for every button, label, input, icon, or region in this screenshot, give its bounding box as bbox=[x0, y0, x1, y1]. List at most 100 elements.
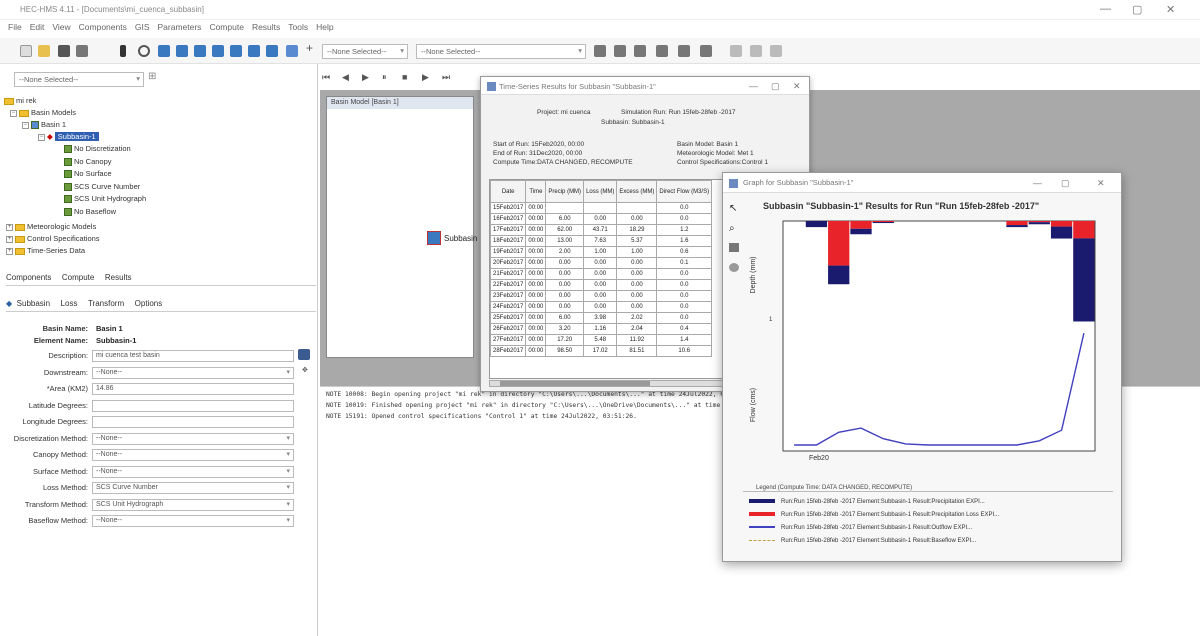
table-row[interactable]: 25Feb2017 00:00 6.00 3.98 2.02 0.0 bbox=[490, 312, 713, 324]
global-summary-icon[interactable] bbox=[678, 45, 690, 57]
table-row[interactable]: 21Feb2017 00:00 0.00 0.00 0.00 0.0 bbox=[490, 268, 713, 280]
collapse-icon[interactable]: − bbox=[38, 133, 45, 141]
zoom-icon[interactable] bbox=[138, 45, 150, 57]
menu-tools[interactable]: Tools bbox=[288, 22, 308, 32]
menu-file[interactable]: File bbox=[8, 22, 22, 32]
zoom-icon[interactable]: ⌕ bbox=[729, 223, 735, 234]
open-icon[interactable] bbox=[38, 45, 50, 57]
tile-icon[interactable] bbox=[700, 45, 712, 57]
field-input[interactable] bbox=[92, 416, 294, 428]
filter-icon[interactable]: ⊞ bbox=[148, 71, 156, 82]
rewind-icon[interactable]: ⏮ bbox=[322, 72, 330, 83]
stop-icon[interactable]: ■ bbox=[402, 72, 407, 82]
step-forward-icon[interactable]: ▶ bbox=[422, 72, 429, 83]
tab-compute[interactable]: Compute bbox=[62, 273, 94, 282]
column-header[interactable]: Time bbox=[525, 180, 547, 203]
graph-window[interactable]: Graph for Subbasin "Subbasin-1" — ▢ ✕ ↖ … bbox=[722, 172, 1122, 562]
table-row[interactable]: 18Feb2017 00:00 13.00 7.63 5.37 1.6 bbox=[490, 235, 713, 247]
table-row[interactable]: 23Feb2017 00:00 0.00 0.00 0.00 0.0 bbox=[490, 290, 713, 302]
tab-options[interactable]: Options bbox=[135, 299, 163, 308]
tab-components[interactable]: Components bbox=[6, 273, 51, 282]
field-input[interactable]: 14.86 bbox=[92, 383, 294, 395]
table-row[interactable]: 27Feb2017 00:00 17.20 5.48 11.92 1.4 bbox=[490, 334, 713, 346]
subbasin-element-icon[interactable] bbox=[427, 231, 441, 245]
column-header[interactable]: Loss (MM) bbox=[583, 180, 618, 203]
save-icon[interactable] bbox=[58, 45, 70, 57]
menu-results[interactable]: Results bbox=[252, 22, 280, 32]
graph-icon[interactable] bbox=[594, 45, 606, 57]
downstream-pick-icon[interactable]: ✥ bbox=[302, 366, 308, 374]
menu-edit[interactable]: Edit bbox=[30, 22, 45, 32]
field-input[interactable]: mi cuenca test basin bbox=[92, 350, 294, 362]
reach-tool-icon[interactable] bbox=[176, 45, 188, 57]
table-row[interactable]: 26Feb2017 00:00 3.20 1.16 2.04 0.4 bbox=[490, 323, 713, 335]
run-select-2[interactable]: --None Selected-- ▾ bbox=[416, 44, 586, 59]
minimize-button[interactable]: — bbox=[1100, 3, 1111, 15]
results-icon[interactable] bbox=[656, 45, 668, 57]
expand-icon[interactable]: + bbox=[6, 247, 13, 255]
tree-time-series[interactable]: + Time-Series Data bbox=[6, 246, 85, 255]
menu-components[interactable]: Components bbox=[79, 22, 127, 32]
tree-method-item[interactable]: No Discretization bbox=[64, 144, 131, 154]
window-cascade-icon[interactable] bbox=[730, 45, 742, 57]
basin-model-window[interactable]: Basin Model [Basin 1] Subbasin bbox=[326, 96, 477, 358]
menu-parameters[interactable]: Parameters bbox=[158, 22, 202, 32]
step-back-icon[interactable]: ◀ bbox=[342, 72, 349, 83]
component-select[interactable]: --None Selected-- ▾ bbox=[14, 72, 144, 87]
ts-scroll-thumb[interactable] bbox=[500, 381, 650, 386]
new-icon[interactable] bbox=[20, 45, 32, 57]
ts-horizontal-scrollbar[interactable] bbox=[489, 380, 733, 387]
tab-results[interactable]: Results bbox=[105, 273, 132, 282]
table-row[interactable]: 17Feb2017 00:00 62.00 43.71 18.29 1.2 bbox=[490, 224, 713, 236]
field-select[interactable]: --None-- ▾ bbox=[92, 449, 294, 461]
tree-root[interactable]: mi rek bbox=[4, 96, 36, 105]
description-edit-icon[interactable] bbox=[298, 349, 310, 360]
menu-view[interactable]: View bbox=[52, 22, 70, 32]
tree-method-item[interactable]: No Canopy bbox=[64, 157, 112, 166]
pointer-icon[interactable]: ↖ bbox=[729, 203, 737, 214]
ts-maximize-button[interactable]: ▢ bbox=[771, 81, 780, 92]
graph-minimize-button[interactable]: — bbox=[1033, 178, 1042, 188]
source-tool-icon[interactable] bbox=[248, 45, 260, 57]
tree-method-item[interactable]: No Surface bbox=[64, 169, 112, 179]
plus-icon[interactable]: + bbox=[306, 41, 318, 55]
table-row[interactable]: 16Feb2017 00:00 6.00 0.00 0.00 0.0 bbox=[490, 213, 713, 225]
field-select[interactable]: --None-- ▾ bbox=[92, 432, 294, 445]
ts-table-container[interactable]: Date Time Precip (MM) Loss (MM) Excess (MM) D… bbox=[489, 179, 733, 379]
subbasin-tool-icon[interactable] bbox=[158, 45, 170, 57]
compute-icon[interactable] bbox=[286, 45, 298, 57]
menu-help[interactable]: Help bbox=[316, 22, 333, 32]
field-select[interactable]: --None-- ▾ bbox=[92, 465, 294, 478]
reservoir-tool-icon[interactable] bbox=[194, 45, 206, 57]
tab-loss[interactable]: Loss bbox=[61, 299, 78, 308]
fast-forward-icon[interactable]: ⏭ bbox=[442, 72, 450, 83]
graph-maximize-button[interactable]: ▢ bbox=[1061, 178, 1070, 189]
table-row[interactable]: 15Feb2017 00:00 0.0 bbox=[490, 202, 713, 214]
table-row[interactable]: 20Feb2017 00:00 0.00 0.00 0.00 0.1 bbox=[490, 257, 713, 269]
sink-tool-icon[interactable] bbox=[266, 45, 278, 57]
graph-close-button[interactable]: ✕ bbox=[1097, 178, 1105, 189]
play-icon[interactable]: ▶ bbox=[362, 72, 369, 83]
column-header[interactable]: Date bbox=[490, 180, 527, 203]
column-header[interactable]: Excess (MM) bbox=[616, 180, 658, 203]
tree-method-item[interactable]: SCS Curve Number bbox=[64, 182, 140, 191]
pause-icon[interactable]: ⏸ bbox=[382, 72, 387, 83]
field-select[interactable]: SCS Unit Hydrograph ▾ bbox=[92, 498, 294, 511]
diversion-tool-icon[interactable] bbox=[230, 45, 242, 57]
tree-method-item[interactable]: SCS Unit Hydrograph bbox=[64, 194, 146, 204]
tree-basin[interactable]: − Basin 1 bbox=[22, 120, 66, 130]
field-input[interactable] bbox=[92, 399, 294, 412]
collapse-icon[interactable]: − bbox=[10, 109, 17, 117]
table-row[interactable]: 28Feb2017 00:00 98.50 17.02 81.51 10.6 bbox=[490, 345, 713, 357]
ts-close-button[interactable]: ✕ bbox=[793, 81, 801, 92]
tab-subbasin[interactable]: Subbasin bbox=[17, 299, 50, 308]
tree-basin-models[interactable]: − Basin Models bbox=[10, 108, 76, 117]
tree-subbasin[interactable]: − ◆ Subbasin-1 bbox=[38, 132, 99, 141]
summary-table-icon[interactable] bbox=[614, 45, 626, 57]
field-select[interactable]: --None-- ▾ bbox=[92, 515, 294, 527]
pointer-icon[interactable] bbox=[120, 45, 126, 57]
maximize-button[interactable]: ▢ bbox=[1132, 3, 1142, 16]
tree-met-models[interactable]: + Meteorologic Models bbox=[6, 222, 96, 231]
column-header[interactable]: Direct Flow (M3/S) bbox=[656, 180, 713, 203]
results-chart[interactable]: Depth (mm) Flow (cms) Feb20 1 bbox=[743, 215, 1119, 475]
